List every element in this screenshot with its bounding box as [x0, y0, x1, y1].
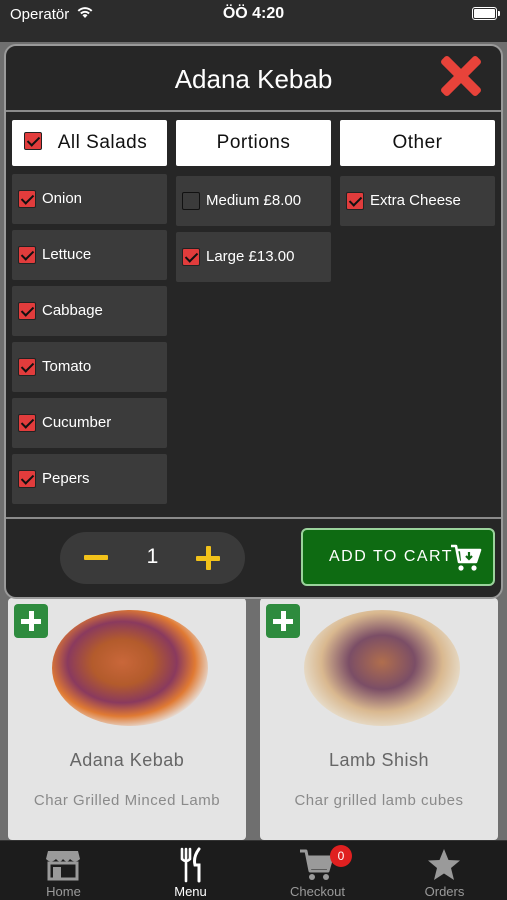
option-onion[interactable]: Onion [12, 174, 167, 224]
column-header-label: Portions [216, 132, 291, 153]
checkbox-checked-icon[interactable] [18, 470, 36, 488]
status-time: ÖÖ 4:20 [222, 5, 285, 22]
menu-item-name: Lamb Shish [328, 750, 430, 770]
checkbox-checked-icon[interactable] [182, 248, 200, 266]
portions-header: Portions [176, 120, 331, 166]
option-label: Pepers [42, 470, 90, 487]
modal-title: Adana Kebab [174, 64, 333, 94]
menu-card-adana-kebab[interactable]: Adana Kebab Char Grilled Minced Lamb [8, 598, 246, 840]
item-options-modal: Adana Kebab All Salads Onion Lettuce Cab… [4, 44, 503, 599]
option-label: Cucumber [42, 414, 112, 431]
tab-orders[interactable]: Orders [381, 841, 507, 900]
checkbox-checked-icon[interactable] [18, 414, 36, 432]
store-icon [46, 851, 80, 881]
quantity-stepper: 1 [60, 532, 245, 584]
option-label: Large £13.00 [206, 248, 295, 265]
app-screen: Adana Kebab Char Grilled Minced Lamb Lam… [0, 0, 507, 900]
checkbox-checked-icon[interactable] [18, 246, 36, 264]
option-large[interactable]: Large £13.00 [176, 232, 331, 282]
option-label: Medium £8.00 [206, 192, 302, 209]
add-item-icon[interactable] [266, 604, 300, 638]
cart-add-icon [451, 544, 482, 571]
add-to-cart-button[interactable]: ADD TO CART [301, 528, 495, 586]
checkbox-unchecked-icon[interactable] [182, 192, 200, 210]
portions-column: Portions Medium £8.00 Large £13.00 [176, 120, 331, 282]
modal-header: Adana Kebab [6, 46, 501, 112]
checkbox-checked-icon[interactable] [18, 302, 36, 320]
all-salads-toggle[interactable]: All Salads [12, 120, 167, 166]
column-header-label: Other [392, 132, 443, 153]
option-label: Onion [42, 190, 83, 207]
tab-bar: Home Menu Checkout 0 Orders [0, 840, 507, 900]
checkbox-checked-icon[interactable] [18, 358, 36, 376]
tab-home[interactable]: Home [0, 841, 127, 900]
checkbox-checked-icon[interactable] [18, 190, 36, 208]
option-label: Cabbage [42, 302, 103, 319]
option-cabbage[interactable]: Cabbage [12, 286, 167, 336]
menu-card-lamb-shish[interactable]: Lamb Shish Char grilled lamb cubes [260, 598, 498, 840]
option-extra-cheese[interactable]: Extra Cheese [340, 176, 495, 226]
option-cucumber[interactable]: Cucumber [12, 398, 167, 448]
tab-menu[interactable]: Menu [127, 841, 254, 900]
menu-item-description: Char grilled lamb cubes [294, 792, 464, 809]
option-tomato[interactable]: Tomato [12, 342, 167, 392]
checkbox-checked-icon[interactable] [346, 192, 364, 210]
option-medium[interactable]: Medium £8.00 [176, 176, 331, 226]
close-icon[interactable] [438, 53, 484, 99]
star-icon [428, 849, 460, 880]
tab-label: Orders [424, 884, 465, 899]
salads-column: All Salads Onion Lettuce Cabbage Tomato … [12, 120, 167, 504]
modal-footer: 1 ADD TO CART [6, 517, 501, 597]
cart-count-badge: 0 [330, 845, 352, 867]
option-lettuce[interactable]: Lettuce [12, 230, 167, 280]
tab-label: Menu [174, 884, 207, 899]
menu-item-name: Adana Kebab [69, 750, 185, 770]
checkbox-checked-icon[interactable] [24, 132, 42, 150]
battery-icon [472, 7, 497, 20]
other-column: Other Extra Cheese [340, 120, 495, 226]
food-image [52, 610, 208, 726]
column-header-label: All Salads [57, 132, 148, 153]
other-header: Other [340, 120, 495, 166]
plus-icon[interactable] [196, 546, 220, 570]
tab-checkout[interactable]: Checkout [254, 841, 381, 900]
battery-tip [498, 11, 500, 16]
option-label: Tomato [42, 358, 92, 375]
option-label: Extra Cheese [370, 192, 461, 209]
tab-label: Home [46, 884, 81, 899]
menu-item-description: Char Grilled Minced Lamb [33, 792, 221, 809]
fork-knife-icon [180, 847, 201, 883]
option-pepers[interactable]: Pepers [12, 454, 167, 504]
add-to-cart-label: ADD TO CART [329, 548, 454, 565]
status-bar: Operatör ÖÖ 4:20 [0, 0, 507, 30]
food-image [304, 610, 460, 726]
option-label: Lettuce [42, 246, 92, 263]
add-item-icon[interactable] [14, 604, 48, 638]
tab-label: Checkout [290, 884, 345, 899]
